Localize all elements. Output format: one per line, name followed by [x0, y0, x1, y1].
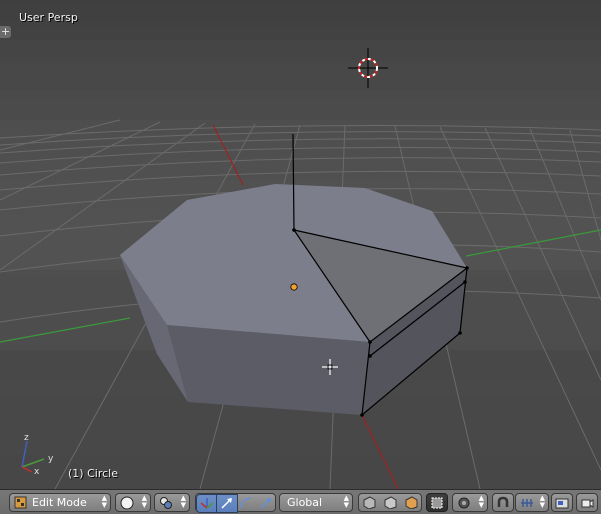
- face-select-icon: [405, 496, 418, 509]
- 3d-view-header: Edit Mode ▲ ▼ ▲ ▼ ▲ ▼ Global ▲ ▼ ▲ ▼ ▲ ▼: [0, 489, 601, 514]
- snap-increment-icon: [521, 499, 533, 507]
- active-object-label: (1) Circle: [68, 467, 118, 480]
- limit-selection-icon: [431, 497, 443, 509]
- solid-sphere-icon: [120, 496, 134, 510]
- axis-gizmo-z-label: z: [24, 433, 29, 443]
- proportional-editing-icon: [458, 497, 470, 509]
- shading-updown-icon: ▲ ▼: [141, 494, 147, 509]
- axis-gizmo-x-label: x: [34, 467, 40, 477]
- snap-updown-icon: ▲ ▼: [539, 494, 545, 509]
- render-icon: [555, 498, 569, 509]
- view-perspective-label: User Persp: [19, 11, 78, 24]
- pivot-updown-icon: ▲ ▼: [180, 494, 186, 509]
- translate-arrow-icon: [221, 498, 232, 509]
- manipulator-toggle-icon: [200, 498, 214, 509]
- pivot-point-selector[interactable]: ▲ ▼: [154, 493, 190, 512]
- vertex-select-button[interactable]: [359, 494, 380, 511]
- manipulator-toggle-button[interactable]: [196, 494, 218, 513]
- object-origin-dot: [290, 283, 298, 291]
- mesh-select-mode-group: [358, 493, 422, 512]
- vertex-select-icon: [363, 496, 376, 509]
- edge-select-icon: [384, 496, 397, 509]
- 3d-viewport[interactable]: y z x User Persp + (1) Circle: [0, 0, 601, 489]
- mode-updown-icon: ▲ ▼: [101, 494, 107, 509]
- edge-select-button[interactable]: [380, 494, 401, 511]
- limit-selection-button[interactable]: [426, 493, 448, 512]
- pivot-point-icon: [160, 497, 172, 509]
- orientation-updown-icon: ▲ ▼: [343, 494, 349, 509]
- edit-mode-icon: [14, 496, 27, 509]
- mode-label: Edit Mode: [32, 496, 87, 509]
- snap-toggle-button[interactable]: [492, 493, 514, 512]
- scene-canvas[interactable]: y z x: [0, 0, 601, 489]
- manipulator-group: [195, 493, 276, 513]
- scale-button[interactable]: [256, 494, 276, 511]
- rotate-button[interactable]: [236, 494, 256, 511]
- scale-icon: [260, 498, 271, 509]
- camera-button[interactable]: [576, 493, 598, 512]
- face-select-button[interactable]: [401, 494, 422, 511]
- transform-orientation-label: Global: [287, 496, 323, 509]
- magnet-icon: [497, 496, 509, 507]
- render-button[interactable]: [551, 493, 573, 512]
- transform-orientation-selector[interactable]: Global ▲ ▼: [279, 493, 353, 512]
- snap-element-selector[interactable]: ▲ ▼: [515, 493, 549, 512]
- proportional-updown-icon: ▲ ▼: [478, 494, 484, 509]
- camera-icon: [581, 499, 594, 508]
- translate-button[interactable]: [216, 494, 238, 513]
- rotate-arc-icon: [240, 497, 252, 509]
- toolshelf-toggle-button[interactable]: +: [0, 26, 11, 38]
- proportional-editing-selector[interactable]: ▲ ▼: [452, 493, 488, 512]
- mode-selector[interactable]: Edit Mode ▲ ▼: [9, 493, 111, 512]
- viewport-shading-selector[interactable]: ▲ ▼: [115, 493, 151, 512]
- axis-gizmo-y-label: y: [48, 454, 54, 464]
